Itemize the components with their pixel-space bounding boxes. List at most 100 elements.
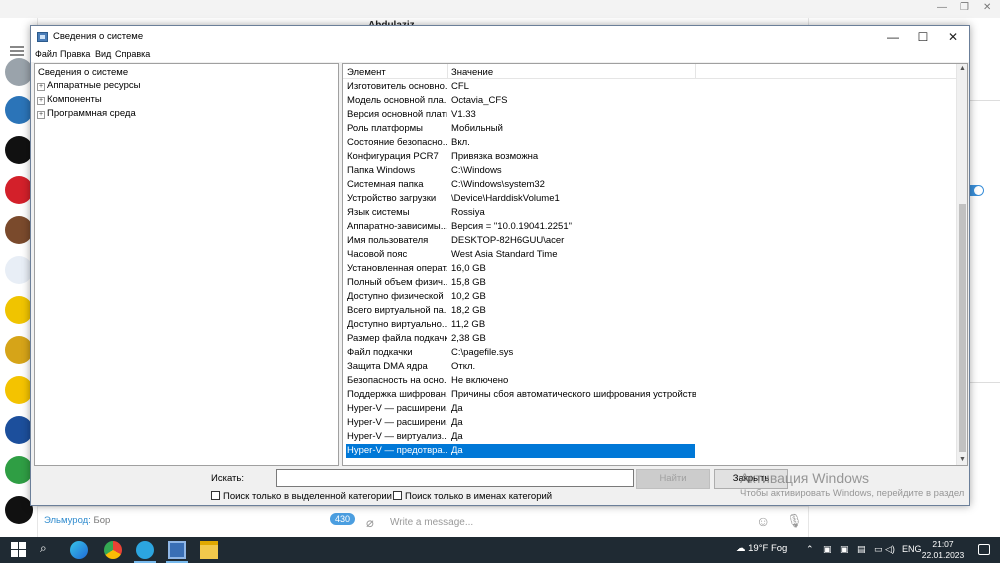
table-row[interactable]: Имя пользователя DESKTOP-82H6GUU\acer: [343, 234, 958, 248]
weather-widget[interactable]: ☁ 19°F Fog: [736, 543, 787, 554]
menu-help[interactable]: Справка: [115, 49, 150, 59]
tray-app-icon[interactable]: ▤: [857, 544, 866, 555]
table-row[interactable]: Hyper-V — предотвра... Да: [343, 444, 958, 458]
table-row[interactable]: Hyper-V — виртуализ... Да: [343, 430, 958, 444]
table-row[interactable]: Язык системы Rossiya: [343, 206, 958, 220]
search-category-names-checkbox[interactable]: Поиск только в именах категорий: [393, 491, 552, 502]
tray-app-icon[interactable]: ▣: [823, 544, 832, 555]
menu-file[interactable]: Файл: [35, 49, 57, 59]
avatar[interactable]: [5, 496, 33, 524]
table-row[interactable]: Роль платформы Мобильный: [343, 122, 958, 136]
avatar[interactable]: [5, 176, 33, 204]
avatar[interactable]: [5, 256, 33, 284]
network-icon[interactable]: ▭: [874, 544, 883, 555]
search-selected-category-checkbox[interactable]: Поиск только в выделенной категории: [211, 491, 392, 502]
avatar[interactable]: [5, 456, 33, 484]
cell-element: Конфигурация PCR7: [347, 151, 439, 162]
chat-list-item[interactable]: Эльмурод: Бор 430: [38, 506, 358, 534]
table-row[interactable]: Системная папка C:\Windows\system32: [343, 178, 958, 192]
table-row[interactable]: Модель основной пла... Octavia_CFS: [343, 94, 958, 108]
table-row[interactable]: Версия основной платы V1.33: [343, 108, 958, 122]
table-row[interactable]: Папка Windows C:\Windows: [343, 164, 958, 178]
avatar[interactable]: [5, 96, 33, 124]
notifications-icon[interactable]: [978, 544, 990, 555]
cell-element: Установленная операт...: [347, 263, 447, 274]
show-hidden-icons-icon[interactable]: ⌃: [806, 544, 814, 555]
avatar[interactable]: [5, 376, 33, 404]
cell-element: Файл подкачки: [347, 347, 413, 358]
table-row[interactable]: Полный объем физич... 15,8 GB: [343, 276, 958, 290]
chrome-browser-icon[interactable]: [104, 541, 122, 559]
tree-item-components[interactable]: + Компоненты: [37, 94, 102, 105]
scroll-up-icon[interactable]: ▲: [958, 64, 967, 74]
system-information-taskbar-icon[interactable]: [168, 541, 186, 559]
expand-icon[interactable]: +: [37, 111, 45, 119]
column-header-element[interactable]: Элемент: [347, 67, 386, 78]
table-row[interactable]: Безопасность на осно... Не включено: [343, 374, 958, 388]
find-button[interactable]: Найти: [636, 469, 710, 489]
vertical-scrollbar[interactable]: ▲ ▼: [956, 64, 967, 465]
tree-item-hardware-resources[interactable]: + Аппаратные ресурсы: [37, 80, 140, 91]
scroll-down-icon[interactable]: ▼: [958, 455, 967, 465]
table-row[interactable]: Файл подкачки C:\pagefile.sys: [343, 346, 958, 360]
menu-view[interactable]: Вид: [95, 49, 111, 59]
tree-root-system-summary[interactable]: Сведения о системе: [38, 67, 128, 78]
microphone-icon[interactable]: 🎙: [786, 513, 803, 529]
attach-icon[interactable]: ⌀: [366, 515, 374, 531]
avatar[interactable]: [5, 416, 33, 444]
table-row[interactable]: Доступно виртуально... 11,2 GB: [343, 318, 958, 332]
edge-browser-icon[interactable]: [70, 541, 88, 559]
table-row[interactable]: Hyper-V — расширени... Да: [343, 402, 958, 416]
search-label: Искать:: [211, 473, 244, 484]
table-row[interactable]: Установленная операт... 16,0 GB: [343, 262, 958, 276]
bg-close-icon[interactable]: ✕: [983, 2, 991, 13]
table-row[interactable]: Часовой пояс West Asia Standard Time: [343, 248, 958, 262]
close-button[interactable]: ✕: [939, 28, 967, 46]
bg-maximize-icon[interactable]: ❐: [960, 2, 969, 13]
message-input[interactable]: Write a message...: [390, 517, 473, 528]
clock-time: 21:07: [932, 539, 954, 549]
search-input[interactable]: [276, 469, 634, 487]
maximize-button[interactable]: ☐: [909, 28, 937, 46]
table-row[interactable]: Состояние безопасно... Вкл.: [343, 136, 958, 150]
expand-icon[interactable]: +: [37, 83, 45, 91]
table-row[interactable]: Защита DMA ядра Откл.: [343, 360, 958, 374]
telegram-icon[interactable]: [136, 541, 154, 559]
table-row[interactable]: Всего виртуальной па... 18,2 GB: [343, 304, 958, 318]
menu-edit[interactable]: Правка: [60, 49, 90, 59]
language-indicator[interactable]: ENG: [902, 544, 922, 554]
checkbox-icon[interactable]: [211, 491, 220, 500]
column-separator[interactable]: [695, 64, 696, 79]
expand-icon[interactable]: +: [37, 97, 45, 105]
table-row[interactable]: Поддержка шифрован... Причины сбоя автома…: [343, 388, 958, 402]
window-titlebar[interactable]: Сведения о системе — ☐ ✕: [31, 26, 969, 48]
scrollbar-thumb[interactable]: [959, 204, 966, 452]
column-header-value[interactable]: Значение: [451, 67, 493, 78]
avatar[interactable]: [5, 58, 33, 86]
clock[interactable]: 21:07 22.01.2023: [920, 539, 966, 561]
search-icon[interactable]: ⌕: [40, 541, 58, 559]
start-button[interactable]: [10, 541, 28, 559]
avatar[interactable]: [5, 296, 33, 324]
table-row[interactable]: Доступно физической ... 10,2 GB: [343, 290, 958, 304]
emoji-icon[interactable]: ☺: [756, 513, 770, 529]
checkbox-icon[interactable]: [393, 491, 402, 500]
bg-minimize-icon[interactable]: —: [937, 2, 947, 13]
tray-app-icon[interactable]: ▣: [840, 544, 849, 555]
cell-value: 15,8 GB: [451, 277, 486, 288]
avatar[interactable]: [5, 216, 33, 244]
avatar[interactable]: [5, 336, 33, 364]
table-row[interactable]: Изготовитель основно... CFL: [343, 80, 958, 94]
table-row[interactable]: Устройство загрузки \Device\HarddiskVolum…: [343, 192, 958, 206]
volume-icon[interactable]: ◁): [885, 544, 895, 555]
hamburger-menu-icon[interactable]: [10, 46, 24, 56]
table-row[interactable]: Конфигурация PCR7 Привязка возможна: [343, 150, 958, 164]
tree-item-software-environment[interactable]: + Программная среда: [37, 108, 136, 119]
table-row[interactable]: Hyper-V — расширени... Да: [343, 416, 958, 430]
column-separator[interactable]: [447, 64, 448, 79]
table-row[interactable]: Аппаратно-зависимы... Версия = "10.0.1904…: [343, 220, 958, 234]
table-row[interactable]: Размер файла подкачки 2,38 GB: [343, 332, 958, 346]
avatar[interactable]: [5, 136, 33, 164]
file-explorer-icon[interactable]: [200, 541, 218, 559]
minimize-button[interactable]: —: [879, 28, 907, 46]
